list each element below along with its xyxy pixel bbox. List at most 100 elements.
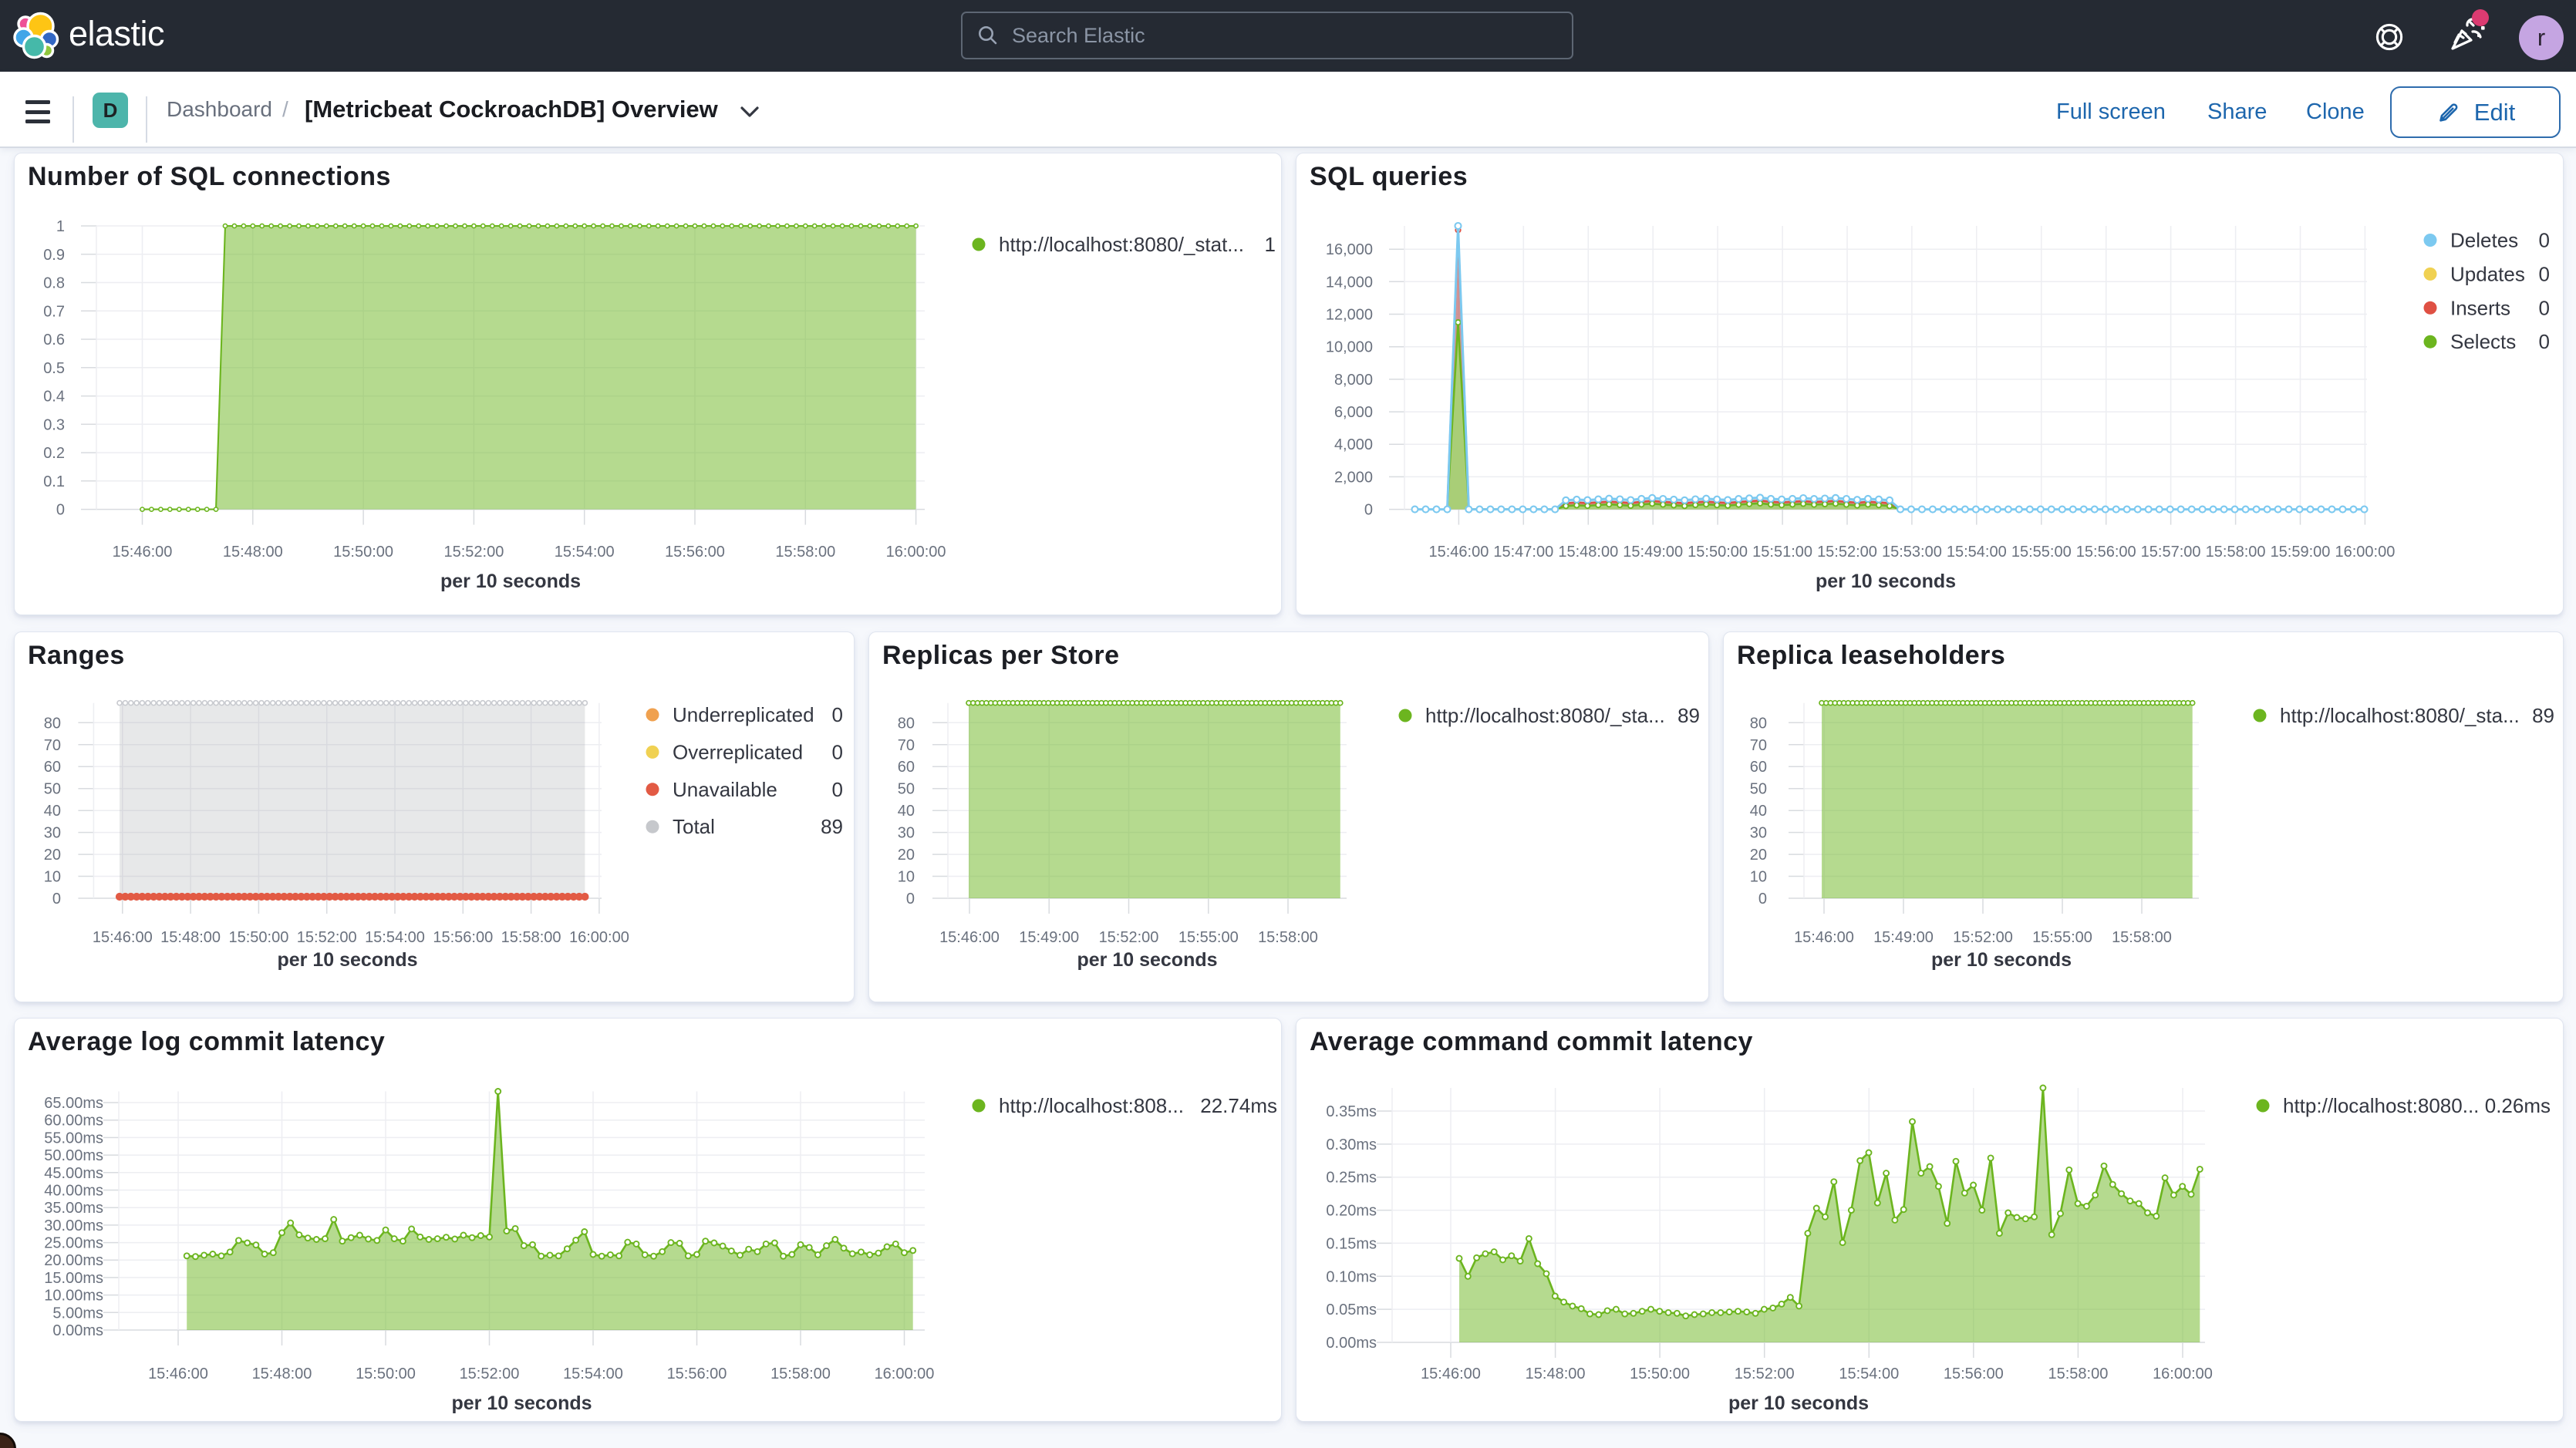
svg-text:0: 0 bbox=[52, 891, 61, 908]
svg-text:12,000: 12,000 bbox=[1326, 307, 1373, 324]
svg-text:0: 0 bbox=[1364, 502, 1373, 519]
svg-text:per 10 seconds: per 10 seconds bbox=[451, 1392, 592, 1414]
svg-text:15:54:00: 15:54:00 bbox=[1947, 544, 2007, 561]
svg-text:15:50:00: 15:50:00 bbox=[228, 929, 288, 946]
svg-text:0: 0 bbox=[2539, 296, 2550, 319]
svg-text:Replica leaseholders: Replica leaseholders bbox=[1737, 641, 2005, 670]
svg-text:65.00ms: 65.00ms bbox=[44, 1095, 103, 1112]
svg-text:0.00ms: 0.00ms bbox=[1326, 1335, 1377, 1352]
svg-text:0.3: 0.3 bbox=[43, 416, 65, 433]
svg-text:15:56:00: 15:56:00 bbox=[665, 544, 725, 561]
svg-text:15:46:00: 15:46:00 bbox=[1421, 1365, 1481, 1382]
svg-text:15:58:00: 15:58:00 bbox=[501, 929, 561, 946]
svg-text:0: 0 bbox=[1758, 891, 1767, 908]
svg-text:20: 20 bbox=[44, 847, 61, 864]
svg-text:5.00ms: 5.00ms bbox=[52, 1305, 103, 1322]
svg-text:15:58:00: 15:58:00 bbox=[2112, 929, 2172, 946]
svg-text:http://localhost:8080/_sta...: http://localhost:8080/_sta... bbox=[1425, 704, 1665, 727]
svg-text:0: 0 bbox=[906, 891, 915, 908]
svg-text:60: 60 bbox=[1750, 759, 1767, 776]
svg-text:15:46:00: 15:46:00 bbox=[1428, 544, 1489, 561]
svg-text:0.5: 0.5 bbox=[43, 360, 65, 377]
svg-text:15:58:00: 15:58:00 bbox=[775, 544, 835, 561]
svg-text:50: 50 bbox=[898, 781, 915, 798]
svg-text:Average log commit latency: Average log commit latency bbox=[28, 1027, 385, 1056]
svg-text:0.7: 0.7 bbox=[43, 303, 65, 320]
svg-text:per 10 seconds: per 10 seconds bbox=[1077, 949, 1217, 971]
svg-text:Deletes: Deletes bbox=[2450, 229, 2518, 252]
svg-text:30.00ms: 30.00ms bbox=[44, 1217, 103, 1234]
svg-text:15:55:00: 15:55:00 bbox=[2011, 544, 2072, 561]
svg-text:16:00:00: 16:00:00 bbox=[886, 544, 946, 561]
svg-text:0: 0 bbox=[2539, 229, 2550, 252]
svg-text:15:58:00: 15:58:00 bbox=[2048, 1365, 2108, 1382]
svg-text:15:52:00: 15:52:00 bbox=[1817, 544, 1877, 561]
svg-text:50: 50 bbox=[44, 781, 61, 798]
svg-text:Ranges: Ranges bbox=[28, 641, 125, 670]
svg-text:Selects: Selects bbox=[2450, 330, 2516, 353]
svg-text:0.20ms: 0.20ms bbox=[1326, 1203, 1377, 1220]
svg-text:40.00ms: 40.00ms bbox=[44, 1183, 103, 1200]
svg-text:http://localhost:808...: http://localhost:808... bbox=[999, 1094, 1184, 1117]
svg-text:10: 10 bbox=[898, 869, 915, 886]
svg-text:70: 70 bbox=[44, 737, 61, 754]
svg-text:20: 20 bbox=[1750, 847, 1767, 864]
svg-text:15:49:00: 15:49:00 bbox=[1019, 929, 1079, 946]
svg-text:0.6: 0.6 bbox=[43, 332, 65, 349]
svg-text:16,000: 16,000 bbox=[1326, 241, 1373, 258]
svg-text:0.4: 0.4 bbox=[43, 389, 65, 406]
svg-text:15:47:00: 15:47:00 bbox=[1493, 544, 1553, 561]
svg-text:15:46:00: 15:46:00 bbox=[1794, 929, 1854, 946]
svg-text:45.00ms: 45.00ms bbox=[44, 1165, 103, 1182]
svg-text:0: 0 bbox=[832, 703, 843, 726]
svg-text:15:58:00: 15:58:00 bbox=[1258, 929, 1318, 946]
svg-text:15:50:00: 15:50:00 bbox=[356, 1365, 416, 1382]
svg-text:89: 89 bbox=[821, 815, 843, 838]
svg-text:per 10 seconds: per 10 seconds bbox=[277, 949, 417, 971]
svg-text:16:00:00: 16:00:00 bbox=[2153, 1365, 2213, 1382]
svg-text:15:59:00: 15:59:00 bbox=[2271, 544, 2331, 561]
svg-text:10: 10 bbox=[1750, 869, 1767, 886]
svg-text:SQL queries: SQL queries bbox=[1310, 162, 1468, 191]
svg-text:2,000: 2,000 bbox=[1334, 469, 1373, 486]
svg-text:0.35ms: 0.35ms bbox=[1326, 1103, 1377, 1120]
svg-text:15:55:00: 15:55:00 bbox=[1178, 929, 1239, 946]
svg-text:15:46:00: 15:46:00 bbox=[93, 929, 153, 946]
svg-text:15:51:00: 15:51:00 bbox=[1752, 544, 1812, 561]
svg-text:0: 0 bbox=[2539, 262, 2550, 285]
svg-text:Underreplicated: Underreplicated bbox=[673, 703, 814, 726]
svg-text:15:48:00: 15:48:00 bbox=[223, 544, 283, 561]
svg-text:80: 80 bbox=[898, 715, 915, 732]
svg-text:15:46:00: 15:46:00 bbox=[939, 929, 1000, 946]
svg-text:60: 60 bbox=[898, 759, 915, 776]
svg-text:10.00ms: 10.00ms bbox=[44, 1288, 103, 1305]
svg-text:Number of SQL connections: Number of SQL connections bbox=[28, 162, 391, 191]
svg-text:per 10 seconds: per 10 seconds bbox=[1728, 1392, 1869, 1414]
svg-text:15:56:00: 15:56:00 bbox=[1944, 1365, 2004, 1382]
svg-text:0: 0 bbox=[56, 502, 65, 519]
svg-text:0.30ms: 0.30ms bbox=[1326, 1137, 1377, 1153]
svg-text:16:00:00: 16:00:00 bbox=[875, 1365, 935, 1382]
svg-text:4,000: 4,000 bbox=[1334, 436, 1373, 453]
svg-text:15:50:00: 15:50:00 bbox=[333, 544, 393, 561]
svg-text:22.74ms: 22.74ms bbox=[1200, 1094, 1277, 1117]
svg-text:15:46:00: 15:46:00 bbox=[148, 1365, 208, 1382]
svg-text:16:00:00: 16:00:00 bbox=[569, 929, 629, 946]
svg-text:Total: Total bbox=[673, 815, 715, 838]
svg-text:20: 20 bbox=[898, 847, 915, 864]
svg-text:16:00:00: 16:00:00 bbox=[2335, 544, 2395, 561]
svg-text:80: 80 bbox=[44, 715, 61, 732]
svg-text:15:46:00: 15:46:00 bbox=[113, 544, 173, 561]
svg-text:15:53:00: 15:53:00 bbox=[1882, 544, 1942, 561]
svg-text:20.00ms: 20.00ms bbox=[44, 1252, 103, 1269]
svg-text:0.15ms: 0.15ms bbox=[1326, 1235, 1377, 1252]
svg-text:15:48:00: 15:48:00 bbox=[252, 1365, 312, 1382]
svg-text:30: 30 bbox=[44, 825, 61, 842]
svg-text:15:55:00: 15:55:00 bbox=[2032, 929, 2092, 946]
svg-text:15:52:00: 15:52:00 bbox=[460, 1365, 520, 1382]
svg-text:0.26ms: 0.26ms bbox=[2485, 1094, 2551, 1117]
svg-text:0.2: 0.2 bbox=[43, 445, 65, 462]
svg-text:1: 1 bbox=[56, 218, 65, 235]
svg-text:15:48:00: 15:48:00 bbox=[1558, 544, 1618, 561]
svg-text:15:50:00: 15:50:00 bbox=[1630, 1365, 1690, 1382]
